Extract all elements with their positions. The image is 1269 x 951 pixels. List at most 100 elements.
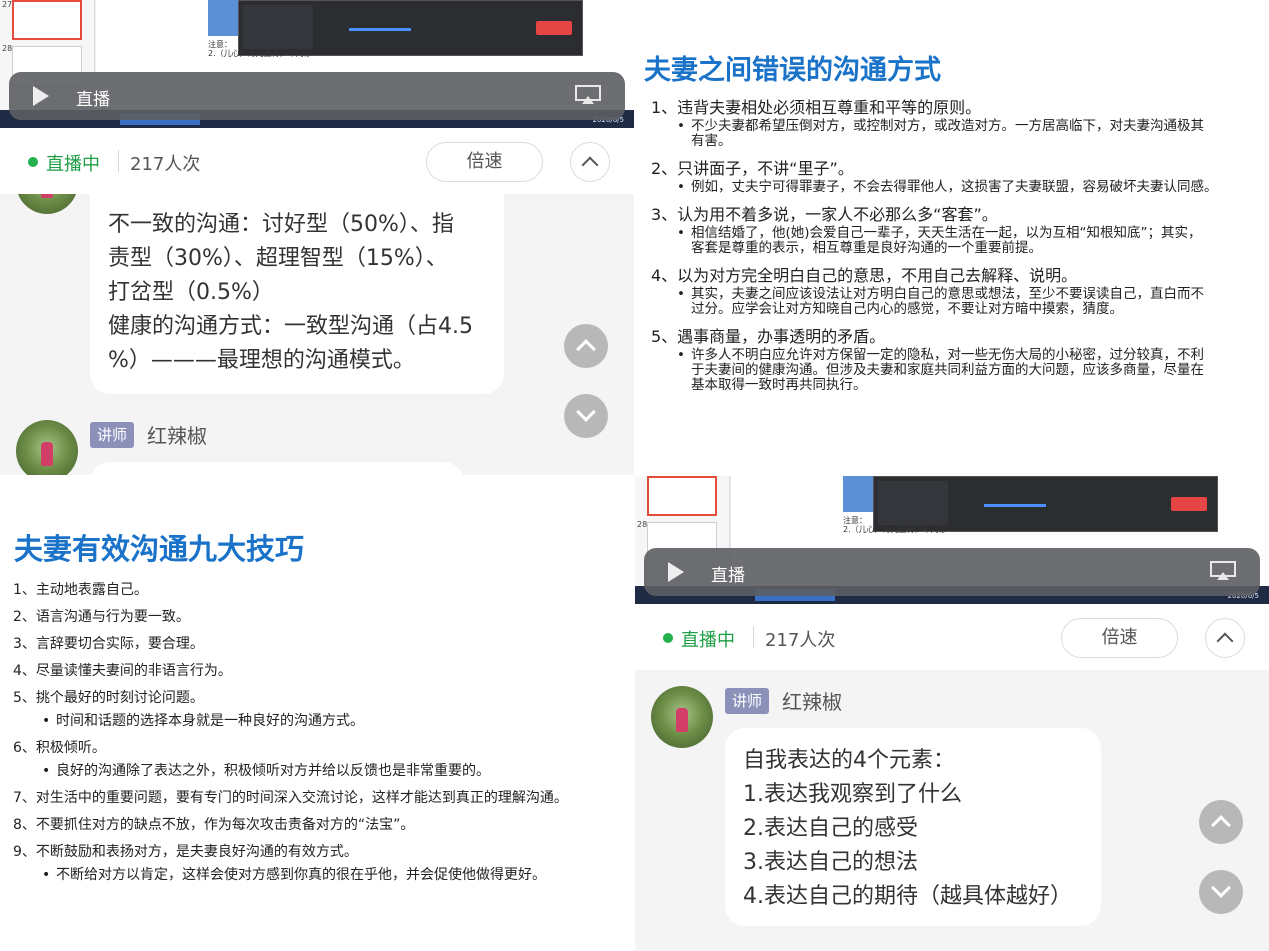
live-label: 直播 bbox=[76, 90, 110, 110]
live-status-bar: 直播中 217人次 倍速 bbox=[635, 604, 1269, 670]
list-item: 5、挑个最好的时刻讨论问题。 bbox=[13, 690, 204, 706]
slide-note: 注意： 2.（儿心）为儿童青少年门诊 bbox=[843, 516, 947, 534]
viewer-count: 217人次 bbox=[130, 154, 201, 175]
divider bbox=[118, 150, 119, 172]
list-item: 3、认为用不着多说，一家人不必那么多“客套”。 bbox=[651, 205, 998, 224]
role-badge: 讲师 bbox=[725, 688, 770, 714]
video-player[interactable]: 28 注意： 2.（儿心）为儿童青少年门诊 2020/6/5 直播 bbox=[635, 476, 1269, 604]
message-line: 健康的沟通方式：一致型沟通（占4.5 bbox=[108, 314, 473, 339]
list-item: 9、不断鼓励和表扬对方，是夫妻良好沟通的有效方式。 bbox=[13, 844, 358, 860]
sub-item-continued: 于夫妻间的健康沟通。但涉及夫妻和家庭共同利益方面的大问题，应该多商量，尽量在 bbox=[691, 362, 1204, 378]
slide-wrong-communication: 夫妻之间错误的沟通方式 1、违背夫妻相处必须相互尊重和平等的原则。 不少夫妻都希… bbox=[635, 0, 1269, 475]
list-item: 8、不要抓住对方的缺点不放，作为每次攻击责备对方的“法宝”。 bbox=[13, 817, 415, 833]
collapse-button[interactable] bbox=[1205, 618, 1245, 658]
avatar-figure bbox=[41, 442, 53, 466]
sub-item: 不断给对方以肯定，这样会使对方感到你真的很在乎他，并会促使他做得更好。 bbox=[42, 864, 568, 887]
sub-item-continued: 有害。 bbox=[691, 133, 732, 149]
scroll-up-button[interactable] bbox=[564, 324, 608, 368]
list-item: 6、积极倾听。 bbox=[13, 740, 106, 756]
sub-list: 不少夫妻都希望压倒对方，或控制对方，或改造对方。一方居高临下，对夫妻沟通极其 有… bbox=[651, 119, 1218, 149]
slide-title: 夫妻之间错误的沟通方式 bbox=[644, 55, 941, 86]
message-line: 4.表达自己的期待（越具体越好） bbox=[743, 884, 1072, 909]
playback-speed-button[interactable]: 倍速 bbox=[1061, 618, 1178, 658]
stop-share-button bbox=[536, 21, 572, 35]
airplay-icon[interactable] bbox=[1210, 561, 1236, 581]
avatar[interactable] bbox=[651, 686, 713, 748]
list-item: 2、语言沟通与行为要一致。 bbox=[13, 609, 190, 625]
thumbnail-number: 27 bbox=[2, 0, 13, 9]
sub-item: 相信结婚了，他(她)会爱自己一辈子，天天生活在一起，以为互相“知根知底”；其实， bbox=[677, 226, 1218, 242]
sub-item-continued: 客套是尊重的表示，相互尊重是良好沟通的一个重要前提。 bbox=[691, 240, 1042, 256]
slide-note: 注意： 2.（儿心）为儿童青少年门诊 bbox=[208, 40, 312, 58]
chat-message-bubble: 自我表达的4个元素： 1.表达我观察到了什么 2.表达自己的感受 3.表达自己的… bbox=[725, 728, 1101, 926]
message-line: 1.表达我观察到了什么 bbox=[743, 782, 962, 807]
note-title: 注意： bbox=[843, 516, 867, 525]
message-line: 2.表达自己的感受 bbox=[743, 816, 918, 841]
play-icon[interactable] bbox=[668, 562, 684, 582]
sub-item: 良好的沟通除了表达之外，积极倾听对方并给以反馈也是非常重要的。 bbox=[42, 760, 568, 783]
list-item: 2、只讲面子，不讲“里子”。 bbox=[651, 159, 854, 178]
collapse-button[interactable] bbox=[570, 142, 610, 182]
sub-item: 例如，丈夫宁可得罪妻子，不会去得罪他人，这损害了夫妻联盟，容易破坏夫妻认同感。 bbox=[677, 180, 1217, 196]
chevron-down-icon bbox=[576, 402, 596, 422]
note-title: 注意： bbox=[208, 40, 232, 49]
sub-list: 相信结婚了，他(她)会爱自己一辈子，天天生活在一起，以为互相“知根知底”；其实，… bbox=[651, 226, 1218, 256]
airplay-icon[interactable] bbox=[575, 85, 601, 105]
chevron-down-icon bbox=[1211, 878, 1231, 898]
video-player[interactable]: 27 28 注意： 2.（儿心）为儿童青少年门诊 2020/6/5 直播 bbox=[0, 0, 634, 128]
list-item: 4、尽量读懂夫妻间的非语言行为。 bbox=[13, 663, 232, 679]
sub-item: 不少夫妻都希望压倒对方，或控制对方，或改造对方。一方居高临下，对夫妻沟通极其 bbox=[677, 119, 1218, 135]
list-item: 1、主动地表露自己。 bbox=[13, 582, 148, 598]
chat-message-bubble bbox=[90, 462, 464, 475]
slide-graphic bbox=[208, 0, 240, 36]
list-item: 4、以为对方完全明白自己的意思，不用自己去解释、说明。 bbox=[651, 266, 1078, 285]
list-item: 5、遇事商量，办事透明的矛盾。 bbox=[651, 327, 886, 346]
note-line: 2.（儿心）为儿童青少年门诊 bbox=[843, 525, 947, 534]
list-item: 7、对生活中的重要问题，要有专门的时间深入交流讨论，这样才能达到真正的理解沟通。 bbox=[13, 790, 568, 806]
list-item: 1、违背夫妻相处必须相互尊重和平等的原则。 bbox=[651, 98, 982, 117]
stop-share-button bbox=[1171, 497, 1207, 511]
role-badge: 讲师 bbox=[90, 422, 135, 448]
player-control-bar[interactable]: 直播 bbox=[9, 72, 625, 120]
message-line: 不一致的沟通：讨好型（50%）、指 bbox=[108, 212, 454, 237]
scroll-down-button[interactable] bbox=[1199, 870, 1243, 914]
message-line: 自我表达的4个元素： bbox=[743, 748, 955, 773]
sub-list: 其实，夫妻之间应该设法让对方明白自己的意思或想法，至少不要误读自己，直白而不 过… bbox=[651, 287, 1218, 317]
live-label: 直播 bbox=[711, 566, 745, 586]
play-icon[interactable] bbox=[33, 86, 49, 106]
chevron-up-icon bbox=[576, 339, 596, 359]
playback-speed-button[interactable]: 倍速 bbox=[426, 142, 543, 182]
live-dot-icon bbox=[663, 633, 673, 643]
chat-list[interactable]: 不一致的沟通：讨好型（50%）、指 责型（30%）、超理智型（15%）、 打岔型… bbox=[0, 194, 634, 475]
sub-item-continued: 过分。应学会让对方知晓自己内心的感觉，不要让对方暗中摸索，猜度。 bbox=[691, 301, 1123, 317]
message-line: 责型（30%）、超理智型（15%）、 bbox=[108, 246, 448, 271]
live-room-panel-top: 27 28 注意： 2.（儿心）为儿童青少年门诊 2020/6/5 直播 直播中… bbox=[0, 0, 634, 475]
player-control-bar[interactable]: 直播 bbox=[644, 548, 1260, 596]
avatar[interactable] bbox=[16, 194, 78, 214]
slide-thumbnail bbox=[647, 476, 717, 516]
divider bbox=[753, 626, 754, 648]
message-line: 打岔型（0.5%） bbox=[108, 280, 274, 305]
volume-slider bbox=[984, 504, 1046, 507]
chat-list[interactable]: 讲师 红辣椒 自我表达的4个元素： 1.表达我观察到了什么 2.表达自己的感受 … bbox=[635, 670, 1269, 951]
avatar-figure bbox=[41, 194, 53, 198]
sub-list: 许多人不明白应允许对方保留一定的隐私，对一些无伤大局的小秘密，过分较真，不利 于… bbox=[651, 348, 1218, 393]
chevron-up-icon bbox=[1216, 632, 1234, 650]
live-status-bar: 直播中 217人次 倍速 bbox=[0, 128, 634, 194]
scroll-up-button[interactable] bbox=[1199, 800, 1243, 844]
avatar-figure bbox=[676, 708, 688, 732]
sub-item: 时间和话题的选择本身就是一种良好的沟通方式。 bbox=[42, 710, 568, 733]
list-item: 3、言辞要切合实际，要合理。 bbox=[13, 636, 204, 652]
sub-item-continued: 基本取得一致时再共同执行。 bbox=[691, 377, 867, 393]
thumbnail-number: 28 bbox=[637, 520, 648, 529]
slide-list: 1、违背夫妻相处必须相互尊重和平等的原则。 不少夫妻都希望压倒对方，或控制对方，… bbox=[651, 97, 1218, 393]
slide-title: 夫妻有效沟通九大技巧 bbox=[14, 532, 305, 566]
avatar[interactable] bbox=[16, 420, 78, 475]
note-line: 2.（儿心）为儿童青少年门诊 bbox=[208, 49, 312, 58]
chevron-up-icon bbox=[1211, 815, 1231, 835]
live-status: 直播中 bbox=[46, 154, 100, 175]
message-line: %）———最理想的沟通模式。 bbox=[108, 348, 415, 373]
sender-name: 红辣椒 bbox=[782, 690, 842, 714]
chevron-up-icon bbox=[581, 156, 599, 174]
scroll-down-button[interactable] bbox=[564, 394, 608, 438]
